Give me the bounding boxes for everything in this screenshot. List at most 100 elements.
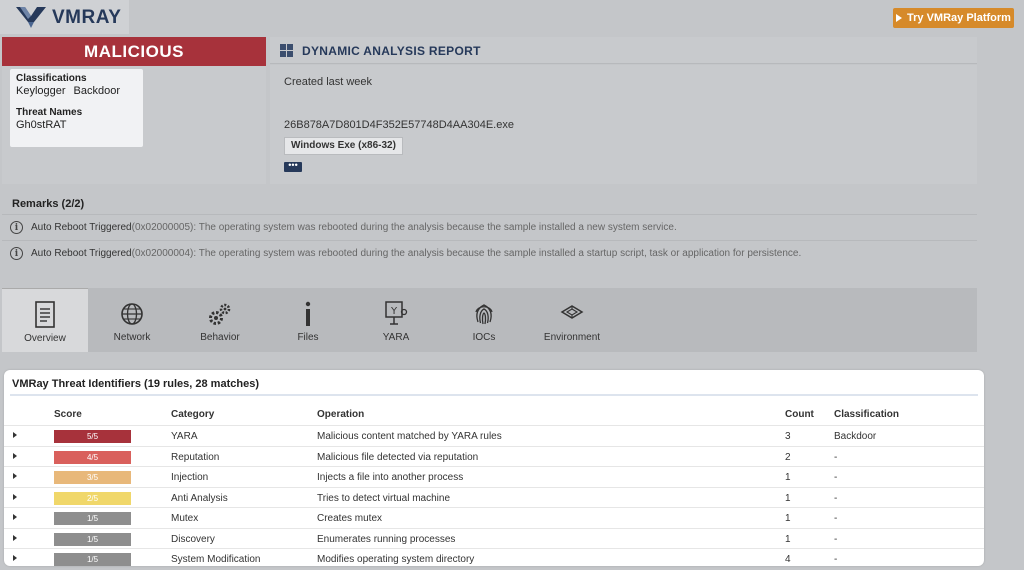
cube-icon [560, 305, 584, 319]
remark-text: : The operating system was rebooted duri… [193, 248, 802, 259]
more-button[interactable]: ••• [284, 161, 302, 172]
column-category[interactable]: Category [171, 409, 214, 420]
cell-operation: Tries to detect virtual machine [317, 492, 451, 504]
cell-classification: - [834, 533, 838, 545]
expand-caret-icon[interactable] [13, 432, 17, 438]
cell-category: Reputation [171, 451, 220, 463]
tab-files[interactable]: Files [265, 288, 351, 352]
cell-operation: Creates mutex [317, 513, 383, 524]
yara-icon: Y [385, 301, 408, 325]
play-icon [896, 14, 903, 22]
tab-iocs[interactable]: IOCs [441, 288, 527, 352]
expand-caret-icon[interactable] [13, 473, 17, 479]
cell-operation: Modifies operating system directory [317, 554, 475, 565]
tab-label: YARA [382, 332, 410, 343]
gears-icon [209, 303, 231, 325]
threat-names-heading: Threat Names [16, 107, 83, 118]
vmray-logo[interactable]: VMRAY [0, 0, 129, 34]
report-header: DYNAMIC ANALYSIS REPORT [270, 37, 977, 64]
score-badge: 1/5 [54, 532, 131, 546]
table-row[interactable]: 1/5 Discovery Enumerates running processes… [4, 527, 984, 548]
score-badge: 5/5 [54, 430, 131, 443]
cell-count: 1 [785, 492, 791, 504]
sample-filename: 26B878A7D801D4F352E57748D4AA304E.exe [284, 119, 514, 131]
expand-caret-icon[interactable] [13, 514, 17, 520]
table-row[interactable]: 2/5 Anti Analysis Tries to detect virtual … [4, 486, 984, 507]
report-title: DYNAMIC ANALYSIS REPORT [302, 44, 481, 58]
table-row[interactable]: 5/5 YARA Malicious content matched by YARA… [4, 425, 984, 445]
cell-category: Anti Analysis [171, 492, 228, 504]
table-row[interactable]: 1/5 System Modification Modifies operating… [4, 548, 984, 566]
cell-count: 1 [785, 472, 791, 483]
column-operation[interactable]: Operation [317, 409, 364, 420]
cell-operation: Malicious content matched by YARA rules [317, 431, 502, 442]
threat-name: Gh0stRAT [16, 119, 67, 131]
cell-classification: - [834, 513, 838, 524]
try-platform-label: Try VMRay Platform [907, 12, 1011, 24]
remark-name: Auto Reboot Triggered [31, 248, 132, 259]
info-icon: i [10, 247, 23, 260]
tab-label: Network [113, 332, 151, 343]
score-badge: 2/5 [54, 491, 131, 505]
remark-text: : The operating system was rebooted duri… [193, 222, 677, 233]
column-classification[interactable]: Classification [834, 409, 899, 420]
tab-network[interactable]: Network [89, 288, 175, 352]
report-summary: Created last week 26B878A7D801D4F352E577… [270, 65, 977, 184]
remark-code: (0x02000005) [131, 222, 194, 233]
logo-mark-icon [16, 7, 46, 28]
tab-yara[interactable]: Y YARA [353, 288, 439, 352]
cell-operation: Malicious file detected via reputation [317, 451, 479, 463]
expand-caret-icon[interactable] [13, 452, 17, 459]
tab-label: Environment [543, 332, 601, 343]
svg-text:Y: Y [390, 306, 398, 317]
classification-list: Keylogger Backdoor [16, 85, 137, 97]
tab-label: Overview [24, 333, 66, 344]
table-row[interactable]: 1/5 Mutex Creates mutex 1 - [4, 507, 984, 527]
threat-identifiers-panel: VMRay Threat Identifiers (19 rules, 28 m… [4, 370, 984, 566]
table-row[interactable]: 3/5 Injection Injects a file into another … [4, 466, 984, 486]
try-platform-button[interactable]: Try VMRay Platform [893, 8, 1014, 28]
tab-behavior[interactable]: Behavior [177, 288, 263, 352]
cell-classification: Backdoor [834, 431, 877, 442]
report-tabs: Overview Network Behavior Files Y YARA I… [2, 288, 977, 352]
cell-count: 3 [785, 431, 791, 442]
top-bar: VMRAY Try VMRay Platform [0, 0, 1024, 36]
info-icon: i [10, 221, 23, 234]
cell-classification: - [834, 451, 838, 463]
score-badge: 1/5 [54, 553, 131, 566]
tab-label: Behavior [200, 332, 240, 343]
tab-overview[interactable]: Overview [2, 288, 88, 352]
cell-category: Discovery [171, 533, 215, 545]
score-badge: 3/5 [54, 471, 131, 484]
remark-code: (0x02000004) [131, 248, 194, 259]
expand-caret-icon[interactable] [13, 555, 17, 561]
cell-count: 2 [785, 451, 791, 463]
expand-caret-icon[interactable] [13, 534, 17, 541]
cell-count: 1 [785, 533, 791, 545]
column-score[interactable]: Score [54, 409, 82, 420]
globe-icon [121, 303, 143, 325]
remarks-section: Remarks (2/2) i Auto Reboot Triggered (0… [2, 190, 977, 266]
file-type-badge: Windows Exe (x86-32) [284, 137, 403, 155]
cell-operation: Enumerates running processes [317, 533, 456, 545]
table-row[interactable]: 4/5 Reputation Malicious file detected via… [4, 445, 984, 466]
cell-classification: - [834, 492, 838, 504]
info-icon [305, 301, 311, 326]
cell-category: Mutex [171, 513, 199, 524]
classification-item: Keylogger [16, 85, 66, 97]
tab-label: Files [297, 332, 319, 343]
divider [10, 394, 978, 396]
tab-environment[interactable]: Environment [529, 288, 615, 352]
classification-item: Backdoor [73, 85, 121, 97]
cell-count: 1 [785, 513, 791, 524]
document-icon [35, 301, 55, 328]
remark-item: i Auto Reboot Triggered (0x02000005): Th… [2, 214, 977, 240]
cell-count: 4 [785, 554, 791, 565]
cell-category: Injection [171, 472, 209, 483]
expand-caret-icon[interactable] [13, 493, 17, 500]
column-count[interactable]: Count [785, 409, 814, 420]
threat-identifiers-title: VMRay Threat Identifiers (19 rules, 28 m… [12, 378, 259, 390]
cell-operation: Injects a file into another process [317, 472, 464, 483]
fingerprint-icon [475, 304, 493, 325]
remark-item: i Auto Reboot Triggered (0x02000004): Th… [2, 240, 977, 266]
